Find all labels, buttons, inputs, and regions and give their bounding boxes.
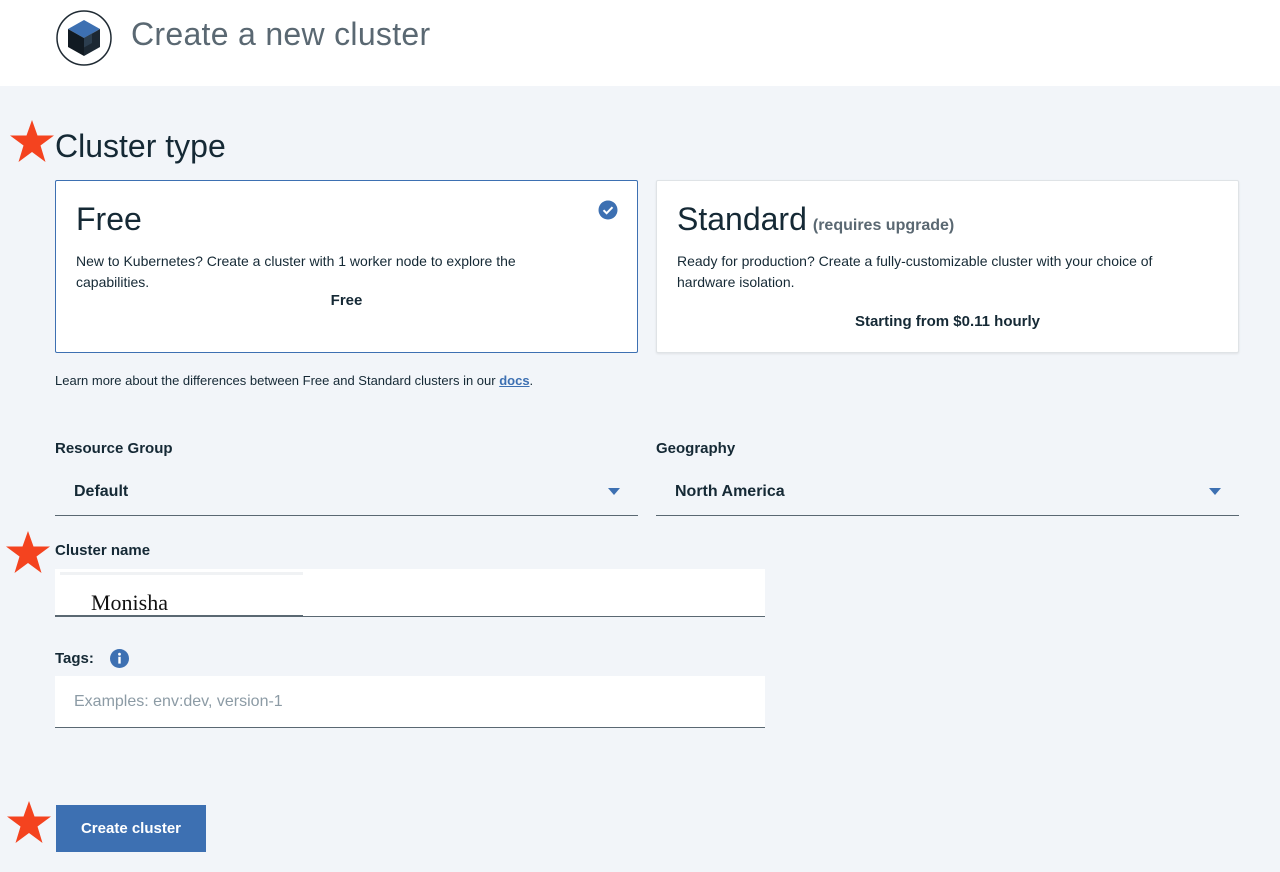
page-title: Create a new cluster: [131, 16, 431, 52]
cluster-name-label: Cluster name: [55, 542, 151, 559]
docs-link[interactable]: docs: [499, 373, 529, 388]
cluster-type-standard-tile[interactable]: Standard (requires upgrade) Ready for pro…: [656, 180, 1239, 353]
cluster-type-free-tile[interactable]: Free New to Kubernetes? Create a cluster…: [55, 180, 638, 353]
tags-input[interactable]: [55, 676, 765, 728]
resource-group-label: Resource Group: [55, 440, 173, 457]
checkmark-icon: [598, 200, 618, 220]
geography-value: North America: [675, 483, 785, 500]
tile-description: New to Kubernetes? Create a cluster with…: [76, 253, 516, 290]
input-overlay-edge: [60, 572, 303, 575]
star-icon: [10, 120, 54, 162]
cluster-name-value: Monisha: [91, 590, 168, 615]
star-icon: [6, 531, 50, 573]
resource-group-value: Default: [74, 483, 129, 500]
geography-select[interactable]: North America: [656, 468, 1239, 516]
cluster-type-heading: Cluster type: [55, 128, 226, 164]
star-icon: [7, 801, 51, 843]
chevron-down-icon: [608, 488, 620, 495]
create-cluster-button[interactable]: Create cluster: [56, 805, 206, 852]
info-icon[interactable]: [110, 649, 129, 668]
tile-price: Starting from $0.11 hourly: [854, 313, 1041, 330]
tile-title: Standard (requires upgrade): [677, 201, 955, 237]
chevron-down-icon: [1209, 488, 1221, 495]
tile-description: Ready for production? Create a fully-cus…: [677, 253, 1153, 290]
tile-title: Free: [76, 201, 142, 237]
kubernetes-cube-icon: [56, 10, 112, 66]
resource-group-select[interactable]: Default: [55, 468, 638, 516]
tags-label: Tags:: [55, 650, 94, 667]
geography-label: Geography: [656, 440, 736, 457]
page-header: Create a new cluster: [0, 0, 1280, 86]
tile-note: (requires upgrade): [812, 217, 955, 234]
tile-price: Free: [330, 292, 363, 309]
learn-more-text: Learn more about the differences between…: [55, 373, 534, 388]
